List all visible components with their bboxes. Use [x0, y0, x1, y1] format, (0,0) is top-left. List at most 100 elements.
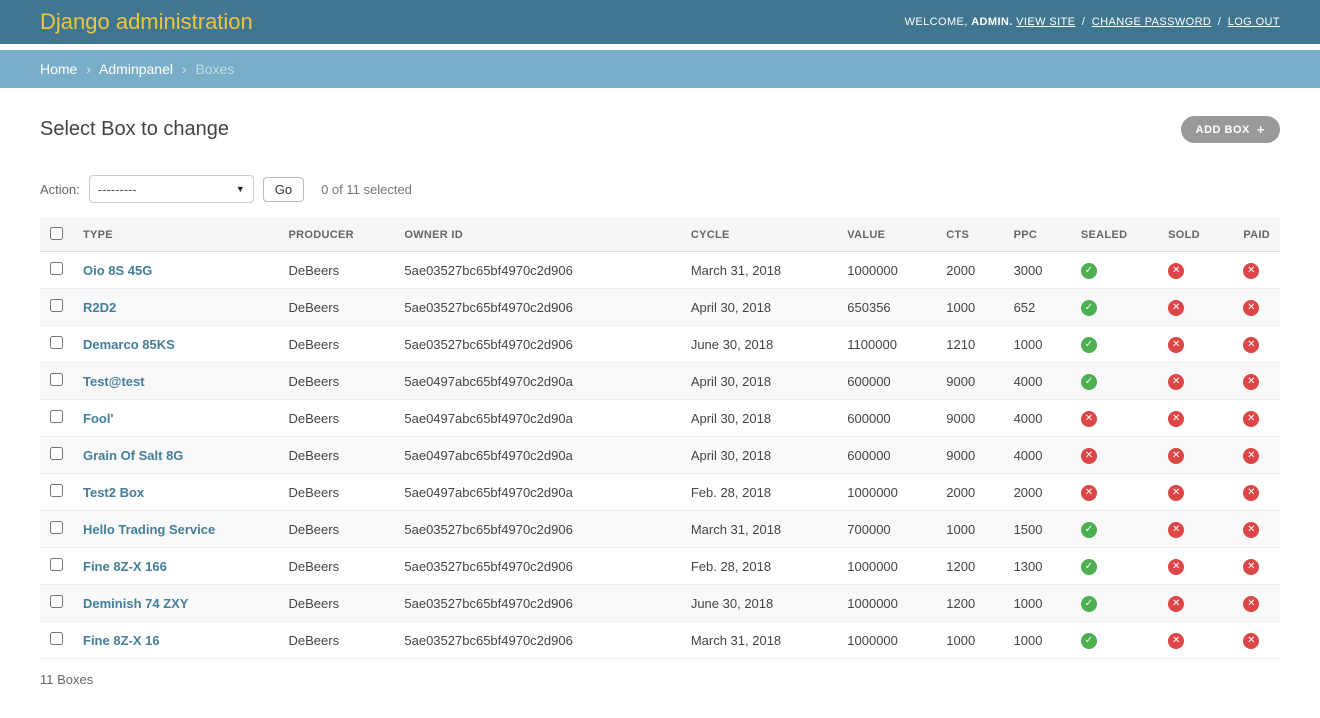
value-cell: 1000000 — [837, 584, 937, 622]
owner-id-cell: 5ae0497abc65bf4970c2d90a — [394, 473, 681, 511]
breadcrumb: Home › Adminpanel › Boxes — [0, 50, 1320, 88]
add-box-button[interactable]: ADD BOX + — [1180, 116, 1280, 143]
select-all-cell — [40, 218, 73, 252]
table-header: TYPE PRODUCER OWNER ID CYCLE VALUE CTS P… — [40, 218, 1280, 252]
sealed-cell: ✓ — [1070, 621, 1159, 659]
go-button[interactable]: Go — [262, 176, 305, 202]
cross-icon: ✕ — [1243, 337, 1260, 353]
action-select[interactable]: --------- ▼ — [88, 175, 254, 203]
breadcrumb-link-adminpanel[interactable]: Adminpanel — [99, 61, 173, 77]
box-type-link[interactable]: Fine 8Z-X 16 — [83, 633, 160, 648]
select-all-checkbox[interactable] — [50, 227, 63, 240]
box-type-link[interactable]: Test@test — [83, 374, 145, 389]
row-checkbox[interactable] — [50, 632, 63, 645]
cross-icon: ✕ — [1168, 263, 1185, 279]
cross-icon: ✕ — [1243, 263, 1260, 279]
ppc-cell: 1000 — [1003, 325, 1071, 363]
row-checkbox[interactable] — [50, 262, 63, 275]
cts-cell: 1000 — [936, 288, 1004, 326]
box-type-link[interactable]: Hello Trading Service — [83, 522, 215, 537]
sealed-cell: ✓ — [1070, 288, 1159, 326]
cross-icon: ✕ — [1168, 411, 1185, 427]
producer-cell: DeBeers — [278, 621, 395, 659]
value-cell: 600000 — [837, 399, 937, 437]
cross-icon: ✕ — [1080, 485, 1097, 501]
page-title: Select Box to change — [40, 118, 230, 140]
cycle-cell: April 30, 2018 — [680, 362, 838, 400]
table-row: Fool' DeBeers 5ae0497abc65bf4970c2d90a A… — [40, 399, 1280, 437]
admin-header: Django administration WELCOME, ADMIN. VI… — [0, 0, 1320, 44]
column-header-cycle[interactable]: CYCLE — [680, 218, 838, 252]
owner-id-cell: 5ae03527bc65bf4970c2d906 — [394, 547, 681, 585]
ppc-cell: 3000 — [1003, 251, 1071, 289]
site-title-link[interactable]: Django administration — [40, 9, 253, 35]
sold-cell: ✕ — [1158, 288, 1234, 326]
owner-id-cell: 5ae03527bc65bf4970c2d906 — [394, 584, 681, 622]
column-header-type[interactable]: TYPE — [73, 218, 279, 252]
value-cell: 650356 — [837, 288, 937, 326]
box-type-link[interactable]: Deminish 74 ZXY — [83, 596, 188, 611]
cts-cell: 1210 — [936, 325, 1004, 363]
cts-cell: 1000 — [936, 621, 1004, 659]
cycle-cell: June 30, 2018 — [680, 325, 838, 363]
username: ADMIN. — [971, 16, 1013, 28]
cycle-cell: June 30, 2018 — [680, 584, 838, 622]
box-type-link[interactable]: Fool' — [83, 411, 114, 426]
column-header-sealed[interactable]: SEALED — [1070, 218, 1159, 252]
row-checkbox[interactable] — [50, 521, 63, 534]
breadcrumb-link-home[interactable]: Home — [40, 61, 77, 77]
type-cell: Oio 8S 45G — [73, 251, 279, 289]
box-type-link[interactable]: Grain Of Salt 8G — [83, 448, 183, 463]
table-row: Test@test DeBeers 5ae0497abc65bf4970c2d9… — [40, 362, 1280, 400]
table-row: Grain Of Salt 8G DeBeers 5ae0497abc65bf4… — [40, 436, 1280, 474]
row-checkbox[interactable] — [50, 410, 63, 423]
row-select-cell — [40, 362, 73, 400]
ppc-cell: 1300 — [1003, 547, 1071, 585]
breadcrumb-current: Boxes — [195, 61, 235, 77]
owner-id-cell: 5ae0497abc65bf4970c2d90a — [394, 399, 681, 437]
box-type-link[interactable]: Test2 Box — [83, 485, 144, 500]
owner-id-cell: 5ae0497abc65bf4970c2d90a — [394, 436, 681, 474]
view-site-link[interactable]: VIEW SITE — [1016, 16, 1075, 28]
ppc-cell: 1000 — [1003, 621, 1071, 659]
box-type-link[interactable]: Fine 8Z-X 166 — [83, 559, 167, 574]
row-checkbox[interactable] — [50, 595, 63, 608]
producer-cell: DeBeers — [278, 251, 395, 289]
column-header-sold[interactable]: SOLD — [1158, 218, 1234, 252]
table-row: R2D2 DeBeers 5ae03527bc65bf4970c2d906 Ap… — [40, 288, 1280, 326]
row-checkbox[interactable] — [50, 336, 63, 349]
column-header-ppc[interactable]: PPC — [1003, 218, 1071, 252]
row-checkbox[interactable] — [50, 447, 63, 460]
column-header-cts[interactable]: CTS — [936, 218, 1004, 252]
row-checkbox[interactable] — [50, 484, 63, 497]
cross-icon: ✕ — [1168, 596, 1185, 612]
plus-icon: + — [1256, 122, 1265, 137]
change-password-link[interactable]: CHANGE PASSWORD — [1092, 16, 1211, 28]
column-header-producer[interactable]: PRODUCER — [278, 218, 395, 252]
ppc-cell: 4000 — [1003, 362, 1071, 400]
column-header-owner-id[interactable]: OWNER ID — [394, 218, 681, 252]
row-checkbox[interactable] — [50, 558, 63, 571]
column-header-value[interactable]: VALUE — [837, 218, 937, 252]
ppc-cell: 652 — [1003, 288, 1071, 326]
value-cell: 1100000 — [837, 325, 937, 363]
box-type-link[interactable]: R2D2 — [83, 300, 116, 315]
producer-cell: DeBeers — [278, 325, 395, 363]
row-checkbox[interactable] — [50, 373, 63, 386]
log-out-link[interactable]: LOG OUT — [1228, 16, 1280, 28]
breadcrumb-separator: › — [181, 61, 187, 77]
column-header-paid[interactable]: PAID — [1233, 218, 1280, 252]
owner-id-cell: 5ae03527bc65bf4970c2d906 — [394, 621, 681, 659]
box-type-link[interactable]: Demarco 85KS — [83, 337, 175, 352]
row-checkbox[interactable] — [50, 299, 63, 312]
sold-cell: ✕ — [1158, 436, 1234, 474]
box-type-link[interactable]: Oio 8S 45G — [83, 263, 152, 278]
cts-cell: 9000 — [936, 362, 1004, 400]
value-cell: 1000000 — [837, 547, 937, 585]
row-select-cell — [40, 436, 73, 474]
sold-cell: ✕ — [1158, 621, 1234, 659]
paid-cell: ✕ — [1233, 510, 1280, 548]
value-cell: 600000 — [837, 436, 937, 474]
paid-cell: ✕ — [1233, 621, 1280, 659]
paid-cell: ✕ — [1233, 251, 1280, 289]
